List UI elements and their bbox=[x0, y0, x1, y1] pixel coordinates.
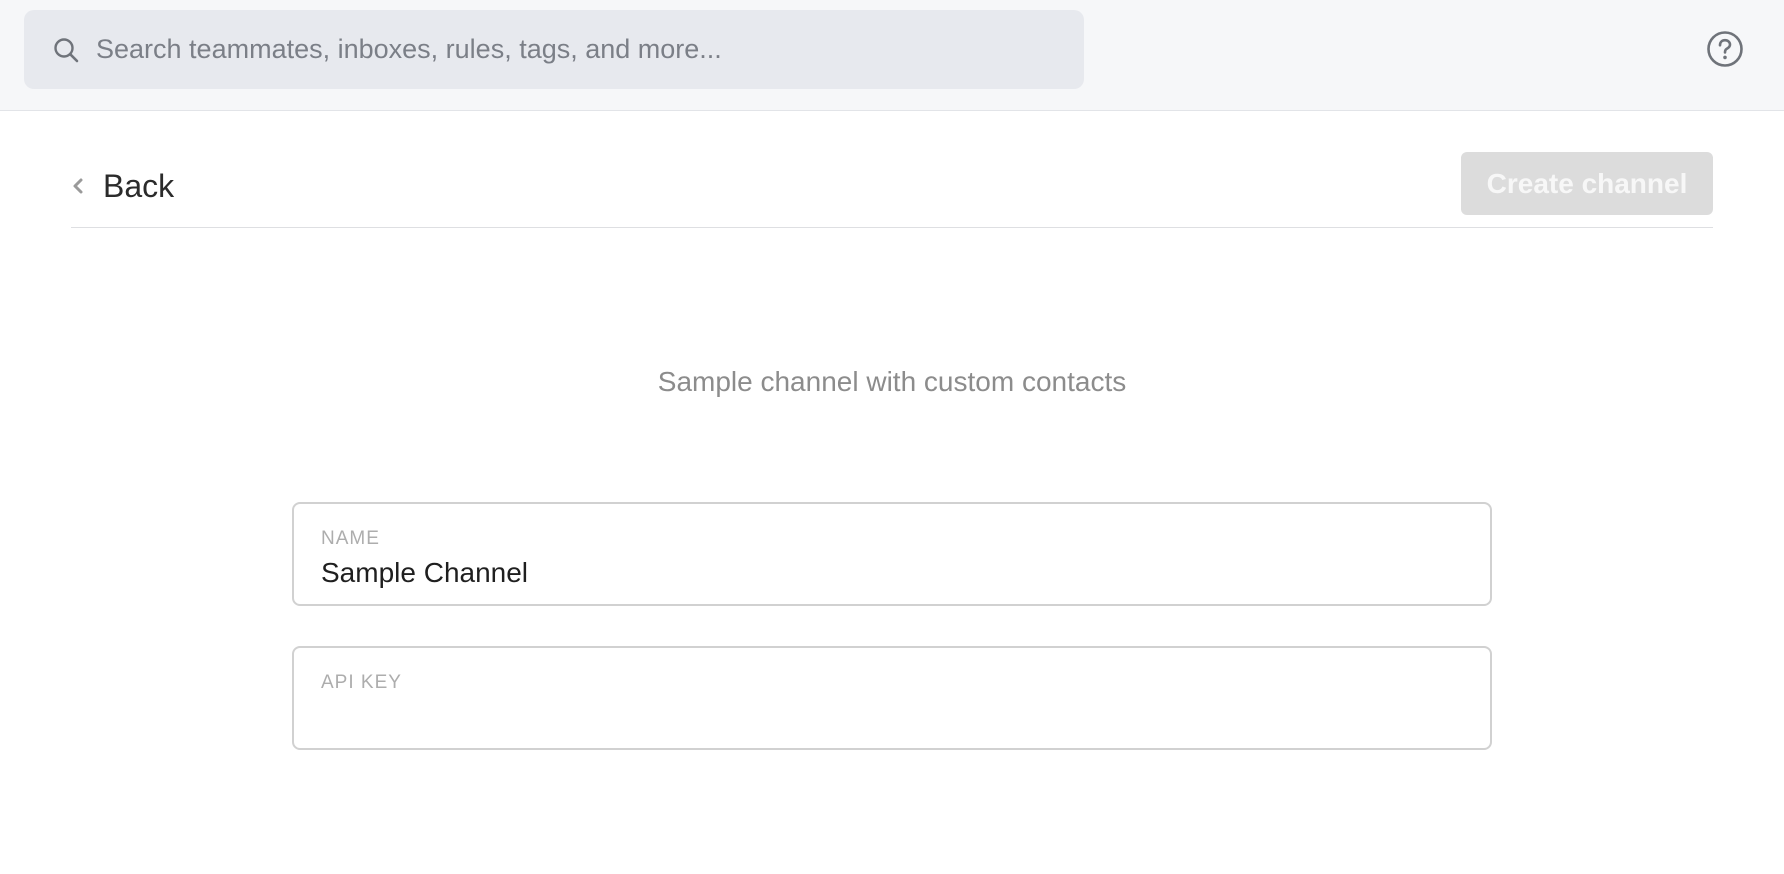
page-subtitle: Sample channel with custom contacts bbox=[657, 366, 1127, 397]
back-label: Back bbox=[103, 167, 175, 204]
search-input[interactable] bbox=[96, 10, 1056, 89]
create-channel-button[interactable]: Create channel bbox=[1461, 152, 1713, 215]
api-key-input[interactable] bbox=[321, 698, 1461, 736]
help-icon[interactable] bbox=[1706, 30, 1744, 68]
api-key-field[interactable]: API KEY bbox=[292, 646, 1492, 750]
page-header: Back Create channel bbox=[71, 152, 1713, 228]
chevron-left-icon bbox=[73, 178, 83, 194]
search-bar[interactable] bbox=[24, 10, 1084, 89]
back-button[interactable]: Back bbox=[71, 164, 174, 208]
api-key-field-label: API KEY bbox=[321, 672, 402, 693]
name-input[interactable] bbox=[321, 554, 1461, 592]
name-field-label: NAME bbox=[321, 528, 380, 549]
top-bar bbox=[0, 0, 1784, 111]
search-icon bbox=[54, 38, 79, 63]
name-field[interactable]: NAME bbox=[292, 502, 1492, 606]
